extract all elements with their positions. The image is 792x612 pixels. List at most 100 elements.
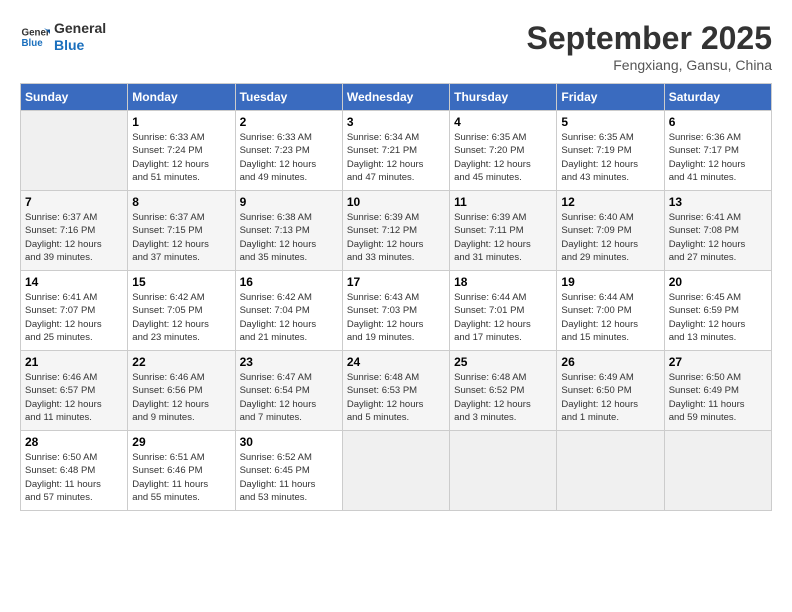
calendar-cell: 4 Sunrise: 6:35 AM Sunset: 7:20 PM Daylig… bbox=[450, 111, 557, 191]
calendar-cell: 28 Sunrise: 6:50 AM Sunset: 6:48 PM Dayli… bbox=[21, 431, 128, 511]
calendar-cell: 24 Sunrise: 6:48 AM Sunset: 6:53 PM Dayli… bbox=[342, 351, 449, 431]
calendar-cell: 22Sunrise: 6:46 AM Sunset: 6:56 PM Dayli… bbox=[128, 351, 235, 431]
day-number: 5 bbox=[561, 115, 659, 129]
calendar-cell: 20 Sunrise: 6:45 AM Sunset: 6:59 PM Dayli… bbox=[664, 271, 771, 351]
day-info: Sunrise: 6:41 AM Sunset: 7:08 PM Dayligh… bbox=[669, 211, 767, 264]
calendar-cell: 14 Sunrise: 6:41 AM Sunset: 7:07 PM Dayli… bbox=[21, 271, 128, 351]
day-info: Sunrise: 6:35 AM Sunset: 7:19 PM Dayligh… bbox=[561, 131, 659, 184]
day-info: Sunrise: 6:33 AM Sunset: 7:23 PM Dayligh… bbox=[240, 131, 338, 184]
calendar-cell: 11Sunrise: 6:39 AM Sunset: 7:11 PM Dayli… bbox=[450, 191, 557, 271]
calendar-cell: 27 Sunrise: 6:50 AM Sunset: 6:49 PM Dayli… bbox=[664, 351, 771, 431]
calendar-cell: 26 Sunrise: 6:49 AM Sunset: 6:50 PM Dayli… bbox=[557, 351, 664, 431]
day-info: Sunrise: 6:48 AM Sunset: 6:52 PM Dayligh… bbox=[454, 371, 552, 424]
day-info: Sunrise: 6:45 AM Sunset: 6:59 PM Dayligh… bbox=[669, 291, 767, 344]
day-number: 29 bbox=[132, 435, 230, 449]
subtitle: Fengxiang, Gansu, China bbox=[527, 57, 772, 73]
logo: General Blue General Blue bbox=[20, 20, 106, 54]
weekday-header: Tuesday bbox=[235, 84, 342, 111]
day-number: 25 bbox=[454, 355, 552, 369]
calendar-cell: 16 Sunrise: 6:42 AM Sunset: 7:04 PM Dayli… bbox=[235, 271, 342, 351]
day-info: Sunrise: 6:48 AM Sunset: 6:53 PM Dayligh… bbox=[347, 371, 445, 424]
weekday-header: Wednesday bbox=[342, 84, 449, 111]
title-block: September 2025 Fengxiang, Gansu, China bbox=[527, 20, 772, 73]
day-number: 13 bbox=[669, 195, 767, 209]
weekday-header: Thursday bbox=[450, 84, 557, 111]
weekday-header: Saturday bbox=[664, 84, 771, 111]
day-number: 9 bbox=[240, 195, 338, 209]
calendar-cell: 3Sunrise: 6:34 AM Sunset: 7:21 PM Daylig… bbox=[342, 111, 449, 191]
day-number: 21 bbox=[25, 355, 123, 369]
calendar-cell: 17 Sunrise: 6:43 AM Sunset: 7:03 PM Dayli… bbox=[342, 271, 449, 351]
day-info: Sunrise: 6:35 AM Sunset: 7:20 PM Dayligh… bbox=[454, 131, 552, 184]
calendar-cell: 12 Sunrise: 6:40 AM Sunset: 7:09 PM Dayli… bbox=[557, 191, 664, 271]
calendar-cell: 30Sunrise: 6:52 AM Sunset: 6:45 PM Dayli… bbox=[235, 431, 342, 511]
day-info: Sunrise: 6:39 AM Sunset: 7:12 PM Dayligh… bbox=[347, 211, 445, 264]
svg-text:Blue: Blue bbox=[22, 38, 44, 49]
day-number: 27 bbox=[669, 355, 767, 369]
day-info: Sunrise: 6:50 AM Sunset: 6:48 PM Dayligh… bbox=[25, 451, 123, 504]
calendar-cell: 19 Sunrise: 6:44 AM Sunset: 7:00 PM Dayli… bbox=[557, 271, 664, 351]
calendar-cell: 7 Sunrise: 6:37 AM Sunset: 7:16 PM Daylig… bbox=[21, 191, 128, 271]
day-number: 1 bbox=[132, 115, 230, 129]
day-info: Sunrise: 6:33 AM Sunset: 7:24 PM Dayligh… bbox=[132, 131, 230, 184]
day-info: Sunrise: 6:37 AM Sunset: 7:16 PM Dayligh… bbox=[25, 211, 123, 264]
day-number: 14 bbox=[25, 275, 123, 289]
day-number: 12 bbox=[561, 195, 659, 209]
day-number: 20 bbox=[669, 275, 767, 289]
day-number: 7 bbox=[25, 195, 123, 209]
day-info: Sunrise: 6:36 AM Sunset: 7:17 PM Dayligh… bbox=[669, 131, 767, 184]
day-info: Sunrise: 6:41 AM Sunset: 7:07 PM Dayligh… bbox=[25, 291, 123, 344]
header: General Blue General Blue September 2025… bbox=[20, 20, 772, 73]
day-number: 26 bbox=[561, 355, 659, 369]
day-number: 15 bbox=[132, 275, 230, 289]
weekday-header: Monday bbox=[128, 84, 235, 111]
calendar-cell bbox=[450, 431, 557, 511]
day-info: Sunrise: 6:37 AM Sunset: 7:15 PM Dayligh… bbox=[132, 211, 230, 264]
day-info: Sunrise: 6:42 AM Sunset: 7:04 PM Dayligh… bbox=[240, 291, 338, 344]
day-number: 10 bbox=[347, 195, 445, 209]
calendar-cell bbox=[557, 431, 664, 511]
day-number: 30 bbox=[240, 435, 338, 449]
calendar-cell: 1 Sunrise: 6:33 AM Sunset: 7:24 PM Daylig… bbox=[128, 111, 235, 191]
day-info: Sunrise: 6:50 AM Sunset: 6:49 PM Dayligh… bbox=[669, 371, 767, 424]
logo-icon: General Blue bbox=[20, 22, 50, 52]
weekday-header: Sunday bbox=[21, 84, 128, 111]
day-number: 17 bbox=[347, 275, 445, 289]
calendar-cell bbox=[342, 431, 449, 511]
calendar-cell: 25 Sunrise: 6:48 AM Sunset: 6:52 PM Dayli… bbox=[450, 351, 557, 431]
day-info: Sunrise: 6:38 AM Sunset: 7:13 PM Dayligh… bbox=[240, 211, 338, 264]
calendar-cell: 6 Sunrise: 6:36 AM Sunset: 7:17 PM Daylig… bbox=[664, 111, 771, 191]
day-info: Sunrise: 6:46 AM Sunset: 6:57 PM Dayligh… bbox=[25, 371, 123, 424]
weekday-header: Friday bbox=[557, 84, 664, 111]
day-info: Sunrise: 6:47 AM Sunset: 6:54 PM Dayligh… bbox=[240, 371, 338, 424]
day-number: 6 bbox=[669, 115, 767, 129]
day-number: 28 bbox=[25, 435, 123, 449]
day-number: 4 bbox=[454, 115, 552, 129]
calendar-cell bbox=[664, 431, 771, 511]
day-number: 8 bbox=[132, 195, 230, 209]
day-number: 23 bbox=[240, 355, 338, 369]
day-info: Sunrise: 6:43 AM Sunset: 7:03 PM Dayligh… bbox=[347, 291, 445, 344]
day-number: 24 bbox=[347, 355, 445, 369]
day-info: Sunrise: 6:39 AM Sunset: 7:11 PM Dayligh… bbox=[454, 211, 552, 264]
day-number: 2 bbox=[240, 115, 338, 129]
day-number: 18 bbox=[454, 275, 552, 289]
calendar-cell: 10 Sunrise: 6:39 AM Sunset: 7:12 PM Dayli… bbox=[342, 191, 449, 271]
calendar-cell: 23 Sunrise: 6:47 AM Sunset: 6:54 PM Dayli… bbox=[235, 351, 342, 431]
day-info: Sunrise: 6:49 AM Sunset: 6:50 PM Dayligh… bbox=[561, 371, 659, 424]
day-info: Sunrise: 6:44 AM Sunset: 7:01 PM Dayligh… bbox=[454, 291, 552, 344]
calendar-cell: 21 Sunrise: 6:46 AM Sunset: 6:57 PM Dayli… bbox=[21, 351, 128, 431]
calendar-cell: 5 Sunrise: 6:35 AM Sunset: 7:19 PM Daylig… bbox=[557, 111, 664, 191]
month-title: September 2025 bbox=[527, 20, 772, 57]
day-info: Sunrise: 6:34 AM Sunset: 7:21 PM Dayligh… bbox=[347, 131, 445, 184]
calendar-cell: 18 Sunrise: 6:44 AM Sunset: 7:01 PM Dayli… bbox=[450, 271, 557, 351]
day-number: 16 bbox=[240, 275, 338, 289]
day-info: Sunrise: 6:46 AM Sunset: 6:56 PM Dayligh… bbox=[132, 371, 230, 424]
day-number: 19 bbox=[561, 275, 659, 289]
day-info: Sunrise: 6:44 AM Sunset: 7:00 PM Dayligh… bbox=[561, 291, 659, 344]
calendar-cell: 9 Sunrise: 6:38 AM Sunset: 7:13 PM Daylig… bbox=[235, 191, 342, 271]
day-info: Sunrise: 6:42 AM Sunset: 7:05 PM Dayligh… bbox=[132, 291, 230, 344]
day-info: Sunrise: 6:51 AM Sunset: 6:46 PM Dayligh… bbox=[132, 451, 230, 504]
day-info: Sunrise: 6:40 AM Sunset: 7:09 PM Dayligh… bbox=[561, 211, 659, 264]
calendar-cell: 29 Sunrise: 6:51 AM Sunset: 6:46 PM Dayli… bbox=[128, 431, 235, 511]
